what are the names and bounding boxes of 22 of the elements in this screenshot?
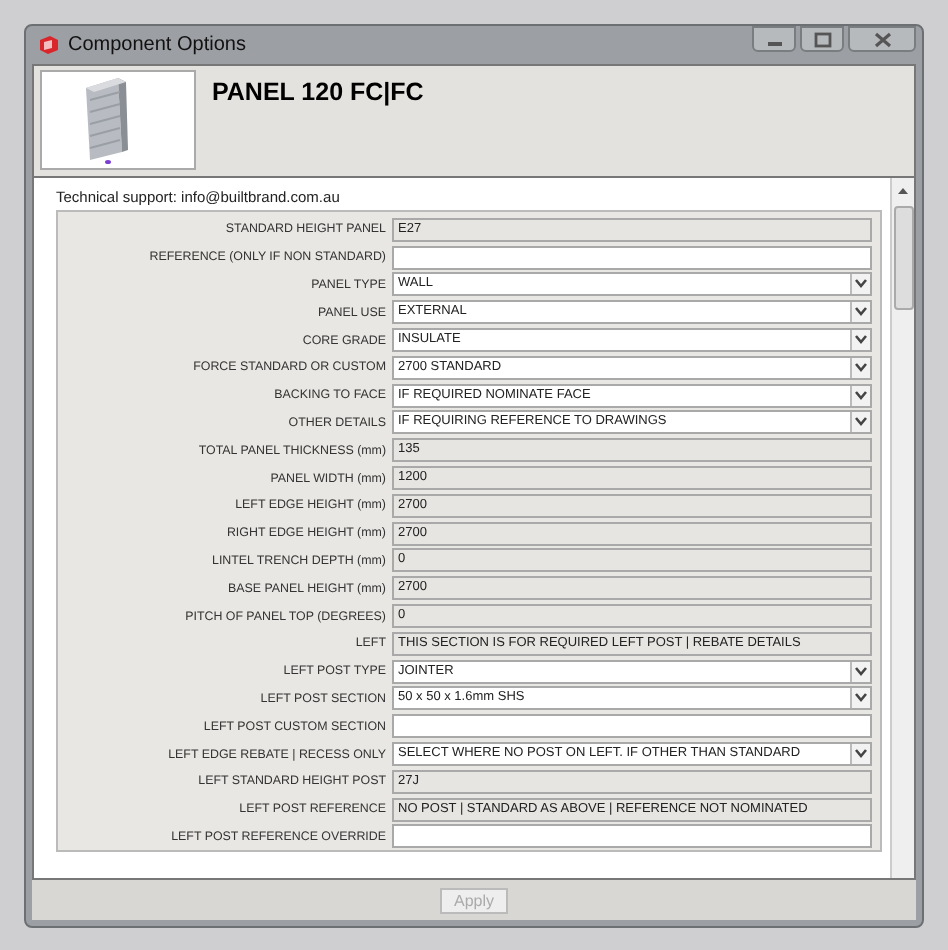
input-field[interactable] [392,824,872,849]
chevron-icon [850,688,870,709]
maximize-icon [813,31,831,47]
chevron-icon [850,274,870,295]
input-field[interactable] [392,245,872,270]
window-title: Component Options [68,34,248,56]
chevron-icon [850,302,870,323]
chevron-icon [850,412,870,433]
maximize-button[interactable] [800,26,844,52]
close-button[interactable] [848,26,916,52]
chevron-icon [850,661,870,682]
chevron-icon [850,385,870,406]
chevron-icon [850,357,870,378]
panel-title: PANEL 120 FC|FC [212,76,424,110]
chevron-icon [850,744,870,765]
input-field[interactable] [392,714,872,739]
app-icon [38,34,60,56]
minimize-button[interactable] [752,26,796,52]
scrollbar[interactable] [890,178,914,878]
close-icon [873,31,891,47]
scroll-thumb[interactable] [893,206,913,310]
chevron-icon [850,330,870,351]
